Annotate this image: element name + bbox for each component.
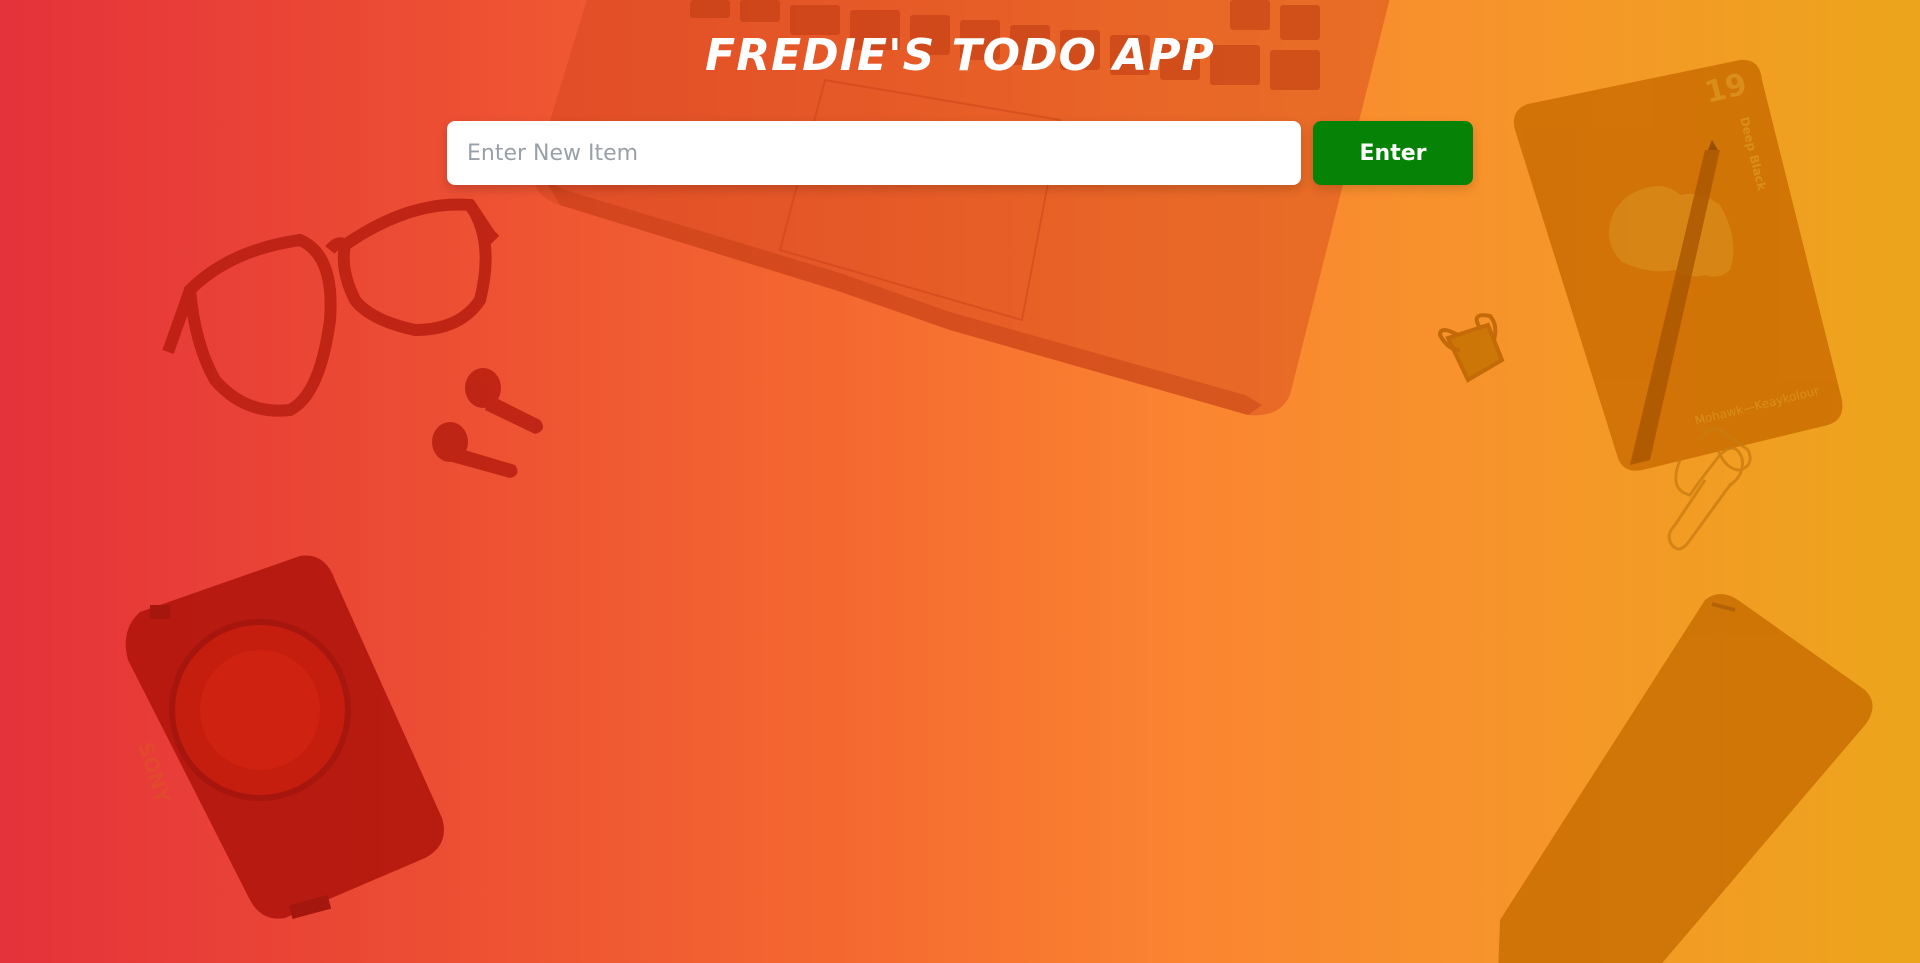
phone-icon — [1498, 594, 1873, 963]
add-item-form: Enter — [447, 121, 1473, 185]
earbuds-icon — [432, 368, 544, 478]
glasses-icon — [162, 198, 500, 417]
camera-brand-text: SONY — [133, 739, 175, 806]
binder-clip-icon — [1437, 313, 1505, 383]
camera-icon: SONY — [125, 555, 444, 919]
app-title: FREDIE'S TODO APP — [705, 30, 1215, 81]
new-item-input[interactable] — [447, 121, 1301, 185]
enter-button[interactable]: Enter — [1313, 121, 1473, 185]
